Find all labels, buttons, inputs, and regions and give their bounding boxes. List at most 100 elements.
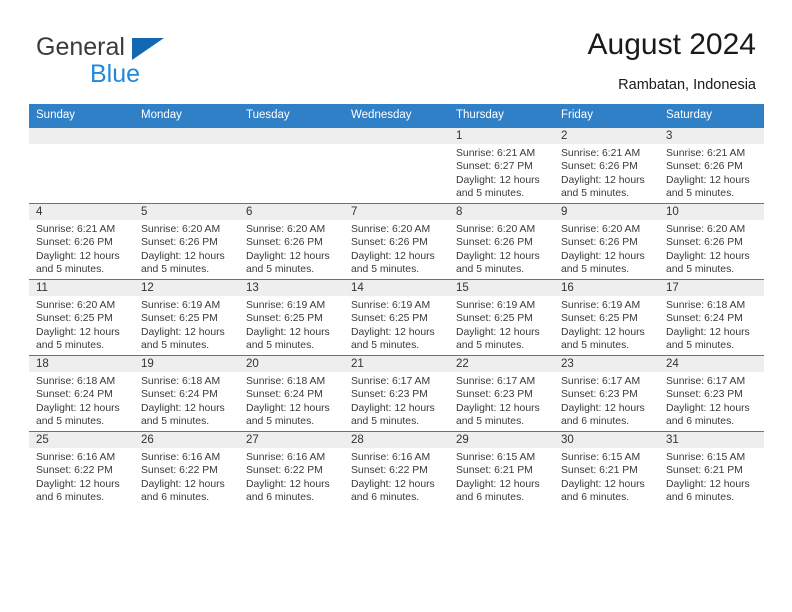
calendar-day-cell[interactable]: 11 Sunrise: 6:20 AM Sunset: 6:25 PM Dayligh… (29, 279, 134, 356)
calendar-day-cell[interactable]: 12 Sunrise: 6:19 AM Sunset: 6:25 PM Dayligh… (134, 279, 239, 356)
daylight-duration-line1: Daylight: 12 hours (246, 478, 330, 490)
calendar-day-cell[interactable]: 16 Sunrise: 6:19 AM Sunset: 6:25 PM Dayligh… (554, 279, 659, 356)
daylight-duration-line2: and 6 minutes. (456, 492, 525, 504)
calendar-day-cell[interactable]: 17 Sunrise: 6:18 AM Sunset: 6:24 PM Dayligh… (659, 279, 764, 356)
daylight-duration-line1: Daylight: 12 hours (141, 250, 225, 262)
calendar-day-cell[interactable]: 3 Sunrise: 6:21 AM Sunset: 6:26 PM Daylight… (659, 127, 764, 204)
sunrise-time: Sunrise: 6:19 AM (456, 300, 536, 311)
sunset-time: Sunset: 6:23 PM (456, 389, 533, 401)
daylight-duration-line2: and 5 minutes. (36, 340, 105, 352)
day-number: 15 (449, 280, 554, 296)
sunrise-time: Sunrise: 6:20 AM (36, 300, 116, 311)
calendar-day-cell[interactable]: 7 Sunrise: 6:20 AM Sunset: 6:26 PM Daylight… (344, 203, 449, 280)
daylight-duration-line1: Daylight: 12 hours (36, 478, 120, 490)
calendar-header-row: Sunday Monday Tuesday Wednesday Thursday… (29, 104, 764, 128)
day-number (29, 128, 134, 144)
day-number: 16 (554, 280, 659, 296)
sunset-time: Sunset: 6:24 PM (246, 389, 323, 401)
day-details: Sunrise: 6:15 AM Sunset: 6:21 PM Daylight:… (554, 448, 659, 505)
sunset-time: Sunset: 6:25 PM (456, 313, 533, 325)
weekday-header-friday: Friday (554, 104, 659, 128)
calendar-day-cell[interactable]: 9 Sunrise: 6:20 AM Sunset: 6:26 PM Daylight… (554, 203, 659, 280)
page-subtitle-location: Rambatan, Indonesia (618, 77, 756, 93)
calendar-week-row: 25 Sunrise: 6:16 AM Sunset: 6:22 PM Dayligh… (29, 431, 764, 507)
sunset-time: Sunset: 6:22 PM (36, 465, 113, 477)
sunrise-time: Sunrise: 6:18 AM (141, 376, 221, 387)
calendar-day-cell[interactable]: 23 Sunrise: 6:17 AM Sunset: 6:23 PM Dayligh… (554, 355, 659, 432)
calendar-day-cell[interactable]: 15 Sunrise: 6:19 AM Sunset: 6:25 PM Dayligh… (449, 279, 554, 356)
calendar-day-cell[interactable]: 20 Sunrise: 6:18 AM Sunset: 6:24 PM Dayligh… (239, 355, 344, 432)
weekday-header-saturday: Saturday (659, 104, 764, 128)
sunset-time: Sunset: 6:21 PM (666, 465, 743, 477)
calendar-day-cell[interactable]: 28 Sunrise: 6:16 AM Sunset: 6:22 PM Dayligh… (344, 431, 449, 507)
day-number: 30 (554, 432, 659, 448)
daylight-duration-line2: and 6 minutes. (141, 492, 210, 504)
daylight-duration-line1: Daylight: 12 hours (561, 402, 645, 414)
day-number: 11 (29, 280, 134, 296)
calendar-day-cell[interactable]: 13 Sunrise: 6:19 AM Sunset: 6:25 PM Dayligh… (239, 279, 344, 356)
calendar-day-cell-empty (134, 127, 239, 204)
weekday-header-wednesday: Wednesday (344, 104, 449, 128)
page-header: General Blue August 2024 Rambatan, Indon… (0, 0, 792, 103)
calendar-day-cell[interactable]: 25 Sunrise: 6:16 AM Sunset: 6:22 PM Dayligh… (29, 431, 134, 507)
day-details: Sunrise: 6:16 AM Sunset: 6:22 PM Daylight:… (344, 448, 449, 505)
calendar-day-cell[interactable]: 1 Sunrise: 6:21 AM Sunset: 6:27 PM Daylight… (449, 127, 554, 204)
day-number: 22 (449, 356, 554, 372)
calendar-day-cell[interactable]: 8 Sunrise: 6:20 AM Sunset: 6:26 PM Daylight… (449, 203, 554, 280)
weekday-header-thursday: Thursday (449, 104, 554, 128)
daylight-duration-line2: and 5 minutes. (246, 416, 315, 428)
day-details: Sunrise: 6:17 AM Sunset: 6:23 PM Daylight:… (449, 372, 554, 429)
day-details: Sunrise: 6:18 AM Sunset: 6:24 PM Daylight:… (29, 372, 134, 429)
calendar-day-cell[interactable]: 26 Sunrise: 6:16 AM Sunset: 6:22 PM Dayligh… (134, 431, 239, 507)
calendar-day-cell[interactable]: 10 Sunrise: 6:20 AM Sunset: 6:26 PM Dayligh… (659, 203, 764, 280)
sunrise-time: Sunrise: 6:19 AM (561, 300, 641, 311)
calendar-day-cell[interactable]: 24 Sunrise: 6:17 AM Sunset: 6:23 PM Dayligh… (659, 355, 764, 432)
day-details: Sunrise: 6:20 AM Sunset: 6:26 PM Daylight:… (449, 220, 554, 277)
daylight-duration-line1: Daylight: 12 hours (666, 402, 750, 414)
day-details: Sunrise: 6:20 AM Sunset: 6:26 PM Daylight:… (239, 220, 344, 277)
sunrise-time: Sunrise: 6:15 AM (666, 452, 746, 463)
sunset-time: Sunset: 6:23 PM (351, 389, 428, 401)
calendar-day-cell[interactable]: 29 Sunrise: 6:15 AM Sunset: 6:21 PM Dayligh… (449, 431, 554, 507)
day-number: 27 (239, 432, 344, 448)
day-number: 2 (554, 128, 659, 144)
calendar-day-cell[interactable]: 6 Sunrise: 6:20 AM Sunset: 6:26 PM Daylight… (239, 203, 344, 280)
daylight-duration-line1: Daylight: 12 hours (561, 174, 645, 186)
sunset-time: Sunset: 6:24 PM (141, 389, 218, 401)
day-number: 8 (449, 204, 554, 220)
calendar-day-cell[interactable]: 31 Sunrise: 6:15 AM Sunset: 6:21 PM Dayligh… (659, 431, 764, 507)
sunset-time: Sunset: 6:26 PM (36, 237, 113, 249)
daylight-duration-line1: Daylight: 12 hours (456, 250, 540, 262)
calendar-day-cell[interactable]: 22 Sunrise: 6:17 AM Sunset: 6:23 PM Dayligh… (449, 355, 554, 432)
day-details: Sunrise: 6:17 AM Sunset: 6:23 PM Daylight:… (659, 372, 764, 429)
day-details: Sunrise: 6:15 AM Sunset: 6:21 PM Daylight:… (449, 448, 554, 505)
calendar-body: 1 Sunrise: 6:21 AM Sunset: 6:27 PM Daylight… (29, 127, 764, 507)
calendar-day-cell[interactable]: 18 Sunrise: 6:18 AM Sunset: 6:24 PM Dayligh… (29, 355, 134, 432)
daylight-duration-line1: Daylight: 12 hours (351, 402, 435, 414)
calendar-day-cell[interactable]: 27 Sunrise: 6:16 AM Sunset: 6:22 PM Dayligh… (239, 431, 344, 507)
calendar-day-cell[interactable]: 30 Sunrise: 6:15 AM Sunset: 6:21 PM Dayligh… (554, 431, 659, 507)
sunrise-time: Sunrise: 6:20 AM (456, 224, 536, 235)
daylight-duration-line1: Daylight: 12 hours (351, 478, 435, 490)
calendar-day-cell[interactable]: 4 Sunrise: 6:21 AM Sunset: 6:26 PM Daylight… (29, 203, 134, 280)
general-blue-logo[interactable]: General Blue (36, 33, 266, 89)
daylight-duration-line1: Daylight: 12 hours (246, 326, 330, 338)
day-details: Sunrise: 6:19 AM Sunset: 6:25 PM Daylight:… (134, 296, 239, 353)
calendar-day-cell[interactable]: 21 Sunrise: 6:17 AM Sunset: 6:23 PM Dayligh… (344, 355, 449, 432)
calendar-day-cell[interactable]: 5 Sunrise: 6:20 AM Sunset: 6:26 PM Daylight… (134, 203, 239, 280)
calendar-day-cell[interactable]: 19 Sunrise: 6:18 AM Sunset: 6:24 PM Dayligh… (134, 355, 239, 432)
calendar-day-cell[interactable]: 2 Sunrise: 6:21 AM Sunset: 6:26 PM Daylight… (554, 127, 659, 204)
calendar-table: Sunday Monday Tuesday Wednesday Thursday… (29, 104, 764, 507)
day-details: Sunrise: 6:21 AM Sunset: 6:27 PM Daylight:… (449, 144, 554, 201)
daylight-duration-line1: Daylight: 12 hours (561, 250, 645, 262)
day-details: Sunrise: 6:20 AM Sunset: 6:26 PM Daylight:… (344, 220, 449, 277)
day-number: 25 (29, 432, 134, 448)
daylight-duration-line1: Daylight: 12 hours (666, 174, 750, 186)
daylight-duration-line1: Daylight: 12 hours (141, 326, 225, 338)
daylight-duration-line1: Daylight: 12 hours (141, 478, 225, 490)
calendar-week-row: 1 Sunrise: 6:21 AM Sunset: 6:27 PM Daylight… (29, 127, 764, 204)
calendar-day-cell[interactable]: 14 Sunrise: 6:19 AM Sunset: 6:25 PM Dayligh… (344, 279, 449, 356)
sunset-time: Sunset: 6:22 PM (246, 465, 323, 477)
day-number (239, 128, 344, 144)
sunset-time: Sunset: 6:21 PM (456, 465, 533, 477)
